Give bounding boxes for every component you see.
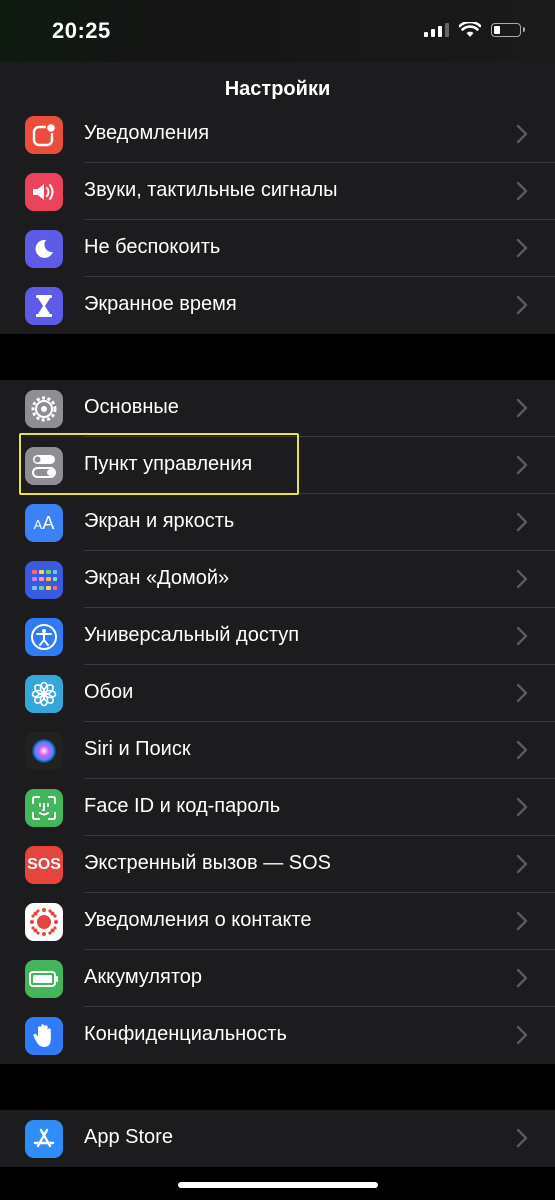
page-title: Настройки: [224, 78, 331, 100]
wifi-icon: [459, 22, 481, 37]
settings-row-wallpaper[interactable]: Обои: [0, 665, 555, 722]
app-store-icon: [25, 1120, 63, 1158]
chevron-right-icon: [516, 398, 528, 418]
chevron-right-icon: [516, 569, 528, 589]
moon-icon: [25, 230, 63, 268]
notifications-icon: [25, 116, 63, 154]
status-time: 20:25: [52, 18, 111, 43]
settings-row-sounds[interactable]: Звуки, тактильные сигналы: [0, 163, 555, 220]
chevron-right-icon: [516, 911, 528, 931]
settings-row-app-store[interactable]: App Store: [0, 1110, 555, 1167]
settings-row-label: Экран и яркость: [84, 510, 235, 532]
settings-row-label: Универсальный доступ: [84, 624, 300, 646]
text-size-glyph: A: [42, 512, 55, 533]
settings-row-label: Уведомления о контакте: [84, 909, 312, 931]
text-size-icon: AA: [25, 504, 63, 542]
face-id-icon: [25, 789, 63, 827]
settings-row-display[interactable]: AA Экран и яркость: [0, 494, 555, 551]
settings-row-exposure-notifications[interactable]: Уведомления о контакте: [0, 893, 555, 950]
settings-group-3: App Store: [0, 1110, 555, 1167]
hourglass-icon: [25, 287, 63, 325]
cellular-signal-icon: [424, 23, 449, 37]
chevron-right-icon: [516, 238, 528, 258]
siri-icon: [25, 732, 63, 770]
settings-row-battery[interactable]: Аккумулятор: [0, 950, 555, 1007]
settings-row-accessibility[interactable]: Универсальный доступ: [0, 608, 555, 665]
status-icons: [424, 22, 525, 38]
status-bar: 20:25: [0, 0, 555, 62]
sos-icon: SOS: [25, 846, 63, 884]
settings-row-notifications[interactable]: Уведомления: [0, 106, 555, 163]
settings-row-general[interactable]: Основные: [0, 380, 555, 437]
chevron-right-icon: [516, 181, 528, 201]
battery-status-icon: [491, 23, 525, 37]
settings-row-home-screen[interactable]: Экран «Домой»: [0, 551, 555, 608]
toggles-icon: [25, 447, 63, 485]
settings-group-1: Уведомления Звуки, тактильные сигналы Не…: [0, 106, 555, 334]
hand-icon: [25, 1017, 63, 1055]
chevron-right-icon: [516, 683, 528, 703]
settings-row-face-id[interactable]: Face ID и код-пароль: [0, 779, 555, 836]
chevron-right-icon: [516, 797, 528, 817]
settings-row-label: Аккумулятор: [84, 966, 203, 988]
settings-row-label: Face ID и код-пароль: [84, 795, 281, 817]
settings-row-label: Основные: [84, 396, 179, 418]
settings-row-label: Siri и Поиск: [84, 738, 191, 760]
settings-row-control-center[interactable]: Пункт управления: [0, 437, 555, 494]
chevron-right-icon: [516, 854, 528, 874]
settings-row-label: Звуки, тактильные сигналы: [84, 179, 338, 201]
settings-row-label: Экран «Домой»: [84, 567, 230, 589]
home-screen-grid-icon: [25, 561, 63, 599]
battery-icon: [25, 960, 63, 998]
chevron-right-icon: [516, 968, 528, 988]
settings-row-label: Не беспокоить: [84, 236, 221, 258]
chevron-right-icon: [516, 740, 528, 760]
settings-row-screen-time[interactable]: Экранное время: [0, 277, 555, 334]
chevron-right-icon: [516, 1128, 528, 1148]
settings-row-label: Конфиденциальность: [84, 1023, 287, 1045]
wallpaper-flower-icon: [25, 675, 63, 713]
settings-row-siri[interactable]: Siri и Поиск: [0, 722, 555, 779]
gear-icon: [25, 390, 63, 428]
settings-row-privacy[interactable]: Конфиденциальность: [0, 1007, 555, 1064]
chevron-right-icon: [516, 1025, 528, 1045]
sounds-icon: [25, 173, 63, 211]
sos-icon-text: SOS: [27, 856, 61, 873]
settings-row-label: Экстренный вызов — SOS: [84, 852, 331, 874]
chevron-right-icon: [516, 512, 528, 532]
chevron-right-icon: [516, 455, 528, 475]
settings-row-do-not-disturb[interactable]: Не беспокоить: [0, 220, 555, 277]
chevron-right-icon: [516, 295, 528, 315]
settings-row-label: Обои: [84, 681, 134, 703]
settings-row-label: App Store: [84, 1126, 173, 1148]
home-indicator[interactable]: [178, 1182, 378, 1188]
chevron-right-icon: [516, 124, 528, 144]
settings-row-label: Экранное время: [84, 293, 237, 315]
settings-row-label: Пункт управления: [84, 453, 253, 475]
settings-row-emergency-sos[interactable]: SOS Экстренный вызов — SOS: [0, 836, 555, 893]
settings-row-label: Уведомления: [84, 122, 210, 144]
exposure-notifications-icon: [25, 903, 63, 941]
settings-group-2: Основные Пункт управления AA Экран и ярк…: [0, 380, 555, 1064]
chevron-right-icon: [516, 626, 528, 646]
accessibility-icon: [25, 618, 63, 656]
